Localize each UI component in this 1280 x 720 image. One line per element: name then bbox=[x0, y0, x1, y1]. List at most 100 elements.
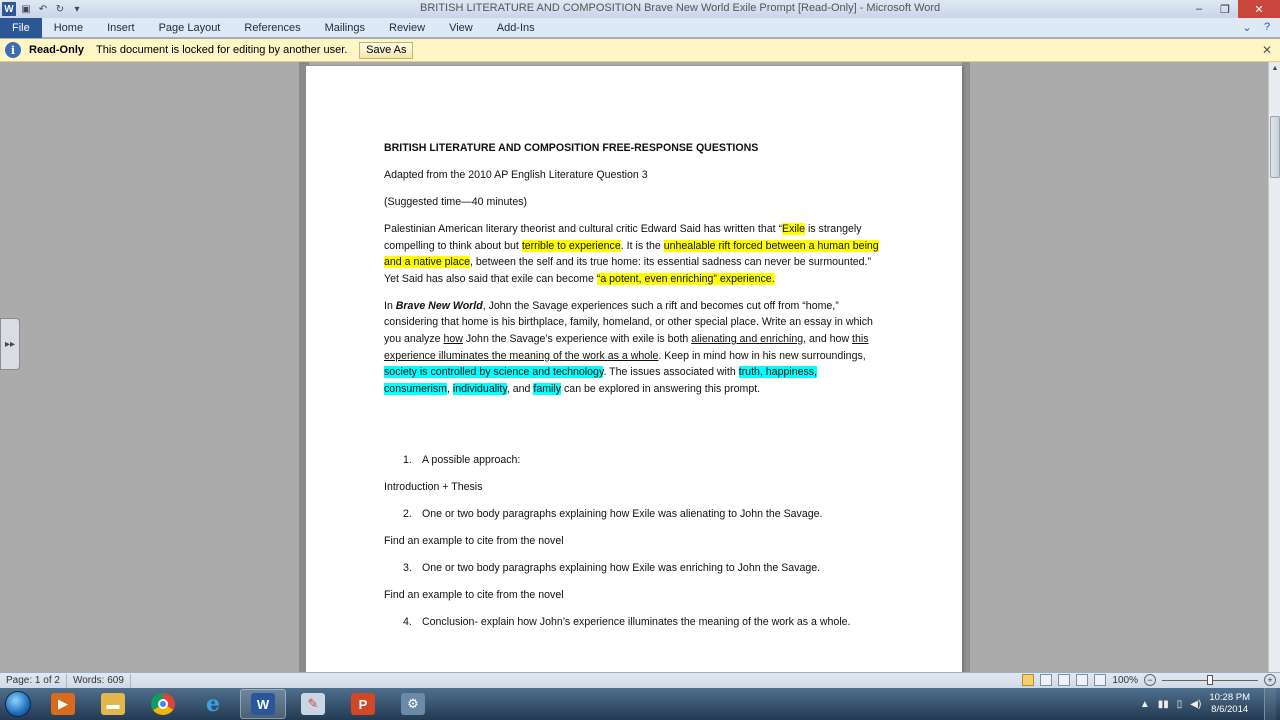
paragraph-2: In Brave New World, John the Savage expe… bbox=[384, 298, 884, 398]
p1-text-1: Palestinian American literary theorist a… bbox=[384, 222, 783, 235]
word-app-icon[interactable]: W bbox=[2, 2, 16, 16]
zoom-in-icon[interactable]: + bbox=[1264, 674, 1276, 686]
save-as-button[interactable]: Save As bbox=[359, 41, 414, 59]
p2-underline-alienating: alienating and enriching bbox=[691, 332, 804, 345]
minimize-button[interactable]: – bbox=[1186, 0, 1212, 18]
network-icon[interactable]: ▮▮ bbox=[1158, 699, 1169, 710]
clock[interactable]: 10:28 PM 8/6/2014 bbox=[1209, 692, 1250, 716]
tab-view[interactable]: View bbox=[437, 18, 485, 38]
document-heading: BRITISH LITERATURE AND COMPOSITION FREE-… bbox=[384, 142, 759, 154]
p2-text-6: . The issues associated with bbox=[603, 366, 739, 379]
zoom-knob[interactable] bbox=[1207, 675, 1213, 685]
taskbar-chrome[interactable] bbox=[140, 689, 186, 719]
p2-text-1: In bbox=[384, 299, 396, 312]
folder-icon: ▬ bbox=[101, 693, 125, 715]
tab-review[interactable]: Review bbox=[377, 18, 437, 38]
tray-arrow-icon[interactable]: ▲ bbox=[1140, 699, 1150, 710]
taskbar-media-player[interactable]: ▶ bbox=[40, 689, 86, 719]
windows-taskbar: ▶ ▬ e W ✎ P ⚙ ▲ ▮▮ ▯ ◀) 10:28 PM 8/6/201… bbox=[0, 688, 1280, 720]
list-item: 1. A possible approach: bbox=[384, 452, 884, 469]
list-item: 2. One or two body paragraphs explaining … bbox=[384, 506, 884, 523]
p2-text-9: can be explored in answering this prompt… bbox=[561, 382, 761, 395]
p2-text-4: , and how bbox=[803, 332, 853, 345]
p1-highlight-potent: “a potent, even enriching” experience. bbox=[596, 272, 775, 285]
list-text: A possible approach: bbox=[422, 453, 521, 466]
expand-ribbon-icon[interactable]: ⌄ bbox=[1240, 20, 1254, 34]
show-desktop-button[interactable] bbox=[1264, 688, 1276, 720]
info-icon: i bbox=[5, 42, 21, 58]
undo-icon[interactable]: ↶ bbox=[36, 2, 50, 16]
find-example: Find an example to cite from the novel bbox=[384, 534, 564, 547]
read-only-message-bar: i Read-Only This document is locked for … bbox=[0, 39, 1280, 62]
zoom-out-icon[interactable]: − bbox=[1144, 674, 1156, 686]
close-message-bar-icon[interactable]: ✕ bbox=[1262, 43, 1272, 57]
tab-mailings[interactable]: Mailings bbox=[313, 18, 377, 38]
page-count[interactable]: Page: 1 of 2 bbox=[0, 673, 67, 688]
taskbar-internet-explorer[interactable]: e bbox=[190, 689, 236, 719]
save-icon[interactable]: ▣ bbox=[19, 2, 33, 16]
help-icon[interactable]: ? bbox=[1260, 20, 1274, 34]
quick-access-toolbar: W ▣ ↶ ↻ ▾ bbox=[0, 2, 84, 16]
start-button[interactable] bbox=[0, 688, 36, 720]
window-title: BRITISH LITERATURE AND COMPOSITION Brave… bbox=[420, 2, 941, 14]
scroll-thumb[interactable] bbox=[1270, 116, 1280, 178]
list-text: One or two body paragraphs explaining ho… bbox=[422, 507, 823, 520]
word-count[interactable]: Words: 609 bbox=[67, 673, 131, 688]
tab-add-ins[interactable]: Add-Ins bbox=[485, 18, 547, 38]
document-content[interactable]: BRITISH LITERATURE AND COMPOSITION FREE-… bbox=[384, 140, 884, 641]
full-screen-reading-view-icon[interactable] bbox=[1040, 674, 1053, 686]
p1-text-3: . It is the bbox=[620, 239, 664, 252]
read-only-label: Read-Only bbox=[29, 44, 85, 56]
scroll-up-icon[interactable]: ▲ bbox=[1269, 62, 1280, 74]
list-number: 1. bbox=[403, 453, 412, 466]
list-number: 2. bbox=[403, 507, 412, 520]
taskbar-tools[interactable]: ⚙ bbox=[390, 689, 436, 719]
outline-view-icon[interactable] bbox=[1076, 674, 1089, 686]
print-layout-view-icon[interactable] bbox=[1022, 674, 1035, 686]
tab-insert[interactable]: Insert bbox=[95, 18, 147, 38]
taskbar-file-explorer[interactable]: ▬ bbox=[90, 689, 136, 719]
p2-highlight-individuality: individuality bbox=[452, 382, 507, 395]
document-page[interactable]: BRITISH LITERATURE AND COMPOSITION FREE-… bbox=[306, 66, 962, 672]
p1-highlight-terrible: terrible to experience bbox=[521, 239, 621, 252]
close-button[interactable]: ✕ bbox=[1238, 0, 1280, 18]
p2-highlight-society: society is controlled by science and tec… bbox=[384, 366, 604, 379]
internet-explorer-icon: e bbox=[206, 691, 220, 717]
p2-highlight-family: family bbox=[533, 382, 562, 395]
read-only-message: This document is locked for editing by a… bbox=[96, 44, 348, 56]
battery-icon[interactable]: ▯ bbox=[1177, 699, 1183, 710]
taskbar-paint[interactable]: ✎ bbox=[290, 689, 336, 719]
list-item: 3. One or two body paragraphs explaining … bbox=[384, 560, 884, 577]
taskbar-powerpoint[interactable]: P bbox=[340, 689, 386, 719]
volume-icon[interactable]: ◀) bbox=[1190, 699, 1201, 710]
suggested-time: (Suggested time—40 minutes) bbox=[384, 195, 528, 208]
adapted-line: Adapted from the 2010 AP English Literat… bbox=[384, 168, 648, 181]
tab-home[interactable]: Home bbox=[42, 18, 95, 38]
word-icon: W bbox=[251, 693, 275, 715]
navigation-pane-toggle[interactable]: ▸▸ bbox=[0, 318, 20, 370]
maximize-button[interactable]: ❐ bbox=[1212, 0, 1238, 18]
web-layout-view-icon[interactable] bbox=[1058, 674, 1071, 686]
draft-view-icon[interactable] bbox=[1094, 674, 1107, 686]
zoom-level[interactable]: 100% bbox=[1112, 675, 1138, 686]
taskbar-word[interactable]: W bbox=[240, 689, 286, 719]
p2-text-8: , and bbox=[506, 382, 534, 395]
tab-references[interactable]: References bbox=[232, 18, 312, 38]
title-bar: W ▣ ↶ ↻ ▾ BRITISH LITERATURE AND COMPOSI… bbox=[0, 0, 1280, 18]
status-bar: Page: 1 of 2 Words: 609 100% − + bbox=[0, 672, 1280, 688]
paint-palette-icon: ✎ bbox=[301, 693, 325, 715]
tools-icon: ⚙ bbox=[401, 693, 425, 715]
p2-text-7: , bbox=[447, 382, 453, 395]
zoom-slider[interactable] bbox=[1162, 675, 1258, 685]
system-tray: ▲ ▮▮ ▯ ◀) 10:28 PM 8/6/2014 bbox=[1140, 688, 1280, 720]
tab-file[interactable]: File bbox=[0, 17, 42, 38]
redo-icon[interactable]: ↻ bbox=[53, 2, 67, 16]
vertical-scrollbar[interactable]: ▲ bbox=[1268, 62, 1280, 672]
tab-page-layout[interactable]: Page Layout bbox=[147, 18, 233, 38]
chrome-icon bbox=[151, 693, 175, 715]
find-example: Find an example to cite from the novel bbox=[384, 588, 564, 601]
clock-date: 8/6/2014 bbox=[1211, 704, 1249, 715]
customize-qat-icon[interactable]: ▾ bbox=[70, 2, 84, 16]
list-text: One or two body paragraphs explaining ho… bbox=[422, 561, 821, 574]
intro-thesis: Introduction + Thesis bbox=[384, 480, 483, 493]
